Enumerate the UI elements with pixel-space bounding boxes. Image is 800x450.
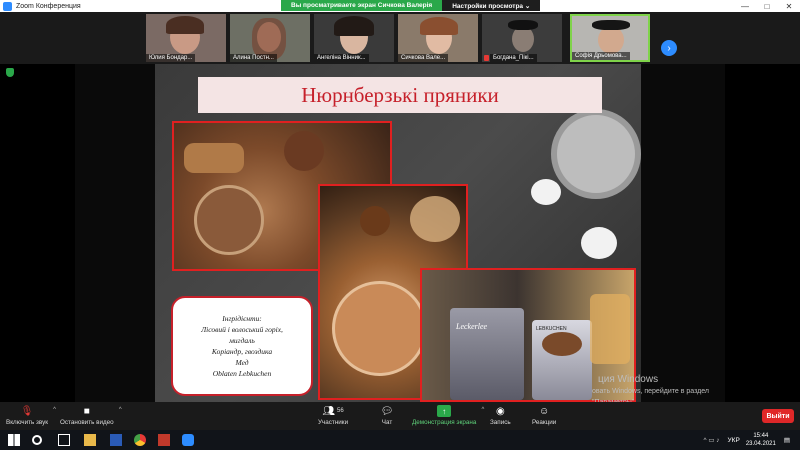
leave-meeting-button[interactable]: Выйти bbox=[762, 409, 794, 423]
stop-video-label: Остановить видео bbox=[60, 419, 114, 426]
record-label: Запись bbox=[490, 419, 511, 426]
participant-hair bbox=[420, 17, 458, 35]
participant-strip: Юлия Бондар... Алина Постн... Ангеліна В… bbox=[0, 12, 800, 64]
participants-icon: 👥︎ 56 bbox=[322, 405, 344, 417]
muted-mic-icon: 🎙︎ bbox=[20, 405, 34, 417]
participant-video bbox=[598, 26, 624, 54]
viewing-share-message: Вы просматриваете экран Сичкова Валерія bbox=[281, 0, 443, 11]
participant-name: Софія Дрьомова... bbox=[572, 52, 630, 60]
participant-tile[interactable]: Сичкова Вале... bbox=[398, 14, 478, 62]
record-icon: ◉ bbox=[495, 405, 505, 417]
slide-title: Нюрнберзькі пряники bbox=[301, 82, 499, 107]
chevron-up-icon[interactable]: ^ bbox=[482, 407, 485, 413]
file-explorer-icon[interactable] bbox=[84, 434, 96, 446]
stop-video-button[interactable]: ■ Остановить видео ^ bbox=[60, 405, 122, 427]
participant-hair bbox=[166, 16, 204, 34]
participant-name: Юлия Бондар... bbox=[146, 54, 196, 62]
participant-hat bbox=[592, 20, 630, 30]
chat-button[interactable]: 💬︎ Чат bbox=[380, 405, 394, 427]
system-tray: ^ ▭ ♪ УКР 15:44 23.04.2021 ▤ bbox=[703, 432, 796, 448]
view-options-button[interactable]: Настройки просмотра ⌄ bbox=[442, 0, 541, 11]
participant-hat bbox=[508, 20, 538, 30]
windows-activation-watermark-line: овать Windows, перейдите в раздел bbox=[592, 388, 709, 395]
minimize-button[interactable]: — bbox=[734, 0, 756, 12]
ingredients-box: Інгрідієнти: Лісовий і волоський горіх, … bbox=[171, 296, 313, 396]
window-title: Zoom Конференция bbox=[16, 2, 81, 10]
window-controls: — □ ✕ bbox=[734, 0, 800, 12]
word-icon[interactable] bbox=[110, 434, 122, 446]
next-participants-button[interactable]: › bbox=[661, 40, 677, 56]
participant-name: Богдана_Пікі... bbox=[490, 54, 537, 62]
powerpoint-icon[interactable] bbox=[158, 434, 170, 446]
ingredient-line: Мед bbox=[235, 358, 249, 367]
muted-mic-icon bbox=[484, 55, 489, 61]
tin-1: Leckerlee bbox=[450, 308, 524, 400]
video-camera-icon: ■ bbox=[83, 405, 90, 417]
encryption-shield-icon[interactable] bbox=[6, 68, 14, 77]
task-view-icon[interactable] bbox=[58, 434, 70, 446]
participant-hair bbox=[334, 16, 374, 36]
ingredient-line: Лісовий і волоський горіх, bbox=[201, 325, 283, 334]
shared-slide: Нюрнберзькі пряники Leckerlee LEBKUCHEN … bbox=[155, 64, 641, 402]
participant-name: Алина Постн... bbox=[230, 54, 277, 62]
chrome-icon[interactable] bbox=[134, 434, 146, 446]
unmute-label: Включить звук bbox=[6, 419, 48, 426]
zoom-taskbar-icon[interactable] bbox=[182, 434, 194, 446]
slide-title-box: Нюрнберзькі пряники bbox=[198, 77, 602, 113]
clock-date: 23.04.2021 bbox=[745, 441, 776, 447]
participant-name: Сичкова Вале... bbox=[398, 54, 449, 62]
reactions-button[interactable]: ☺ Реакции bbox=[532, 405, 557, 427]
clock-time: 15:44 bbox=[753, 433, 769, 439]
share-area-left-margin bbox=[75, 64, 155, 402]
maximize-button[interactable]: □ bbox=[756, 0, 778, 12]
record-button[interactable]: ◉ Запись bbox=[490, 405, 511, 427]
windows-start-icon[interactable] bbox=[8, 434, 20, 446]
share-banner: Вы просматриваете экран Сичкова Валерія … bbox=[281, 0, 541, 11]
participant-tile[interactable]: Юлия Бондар... bbox=[146, 14, 226, 62]
ingredients-heading: Інгрідієнти: bbox=[222, 314, 262, 323]
participant-tile[interactable]: Богдана_Пікі... bbox=[482, 14, 562, 62]
language-indicator[interactable]: УКР bbox=[728, 437, 740, 444]
system-clock[interactable]: 15:44 23.04.2021 bbox=[746, 432, 776, 448]
chat-label: Чат bbox=[381, 419, 393, 426]
reactions-label: Реакции bbox=[532, 419, 557, 426]
close-button[interactable]: ✕ bbox=[778, 0, 800, 12]
search-icon[interactable] bbox=[32, 435, 42, 445]
participants-button[interactable]: 👥︎ 56 Участники bbox=[318, 405, 349, 427]
share-screen-icon: ↑ bbox=[437, 405, 452, 417]
ingredient-line: мигдаль bbox=[229, 336, 255, 345]
slide-background-image bbox=[511, 109, 641, 259]
participants-label: Участники bbox=[318, 419, 349, 426]
notifications-icon[interactable]: ▤ bbox=[784, 436, 790, 444]
participants-count: 56 bbox=[337, 408, 344, 414]
windows-taskbar: ^ ▭ ♪ УКР 15:44 23.04.2021 ▤ bbox=[0, 430, 800, 450]
participant-tile-active-speaker[interactable]: Софія Дрьомова... bbox=[570, 14, 650, 62]
share-screen-button[interactable]: ↑ Демонстрация экрана ^ bbox=[412, 405, 484, 426]
chat-icon: 💬︎ bbox=[380, 405, 394, 417]
meeting-controls-bar: 🎙︎ Включить звук ^ ■ Остановить видео ^ … bbox=[0, 402, 800, 430]
participant-tile[interactable]: Алина Постн... bbox=[230, 14, 310, 62]
chevron-up-icon[interactable]: ^ bbox=[53, 407, 56, 413]
unmute-button[interactable]: 🎙︎ Включить звук ^ bbox=[6, 405, 56, 427]
participant-name: Ангеліна Вінник... bbox=[314, 54, 369, 62]
reactions-icon: ☺ bbox=[539, 405, 550, 417]
chevron-up-icon[interactable]: ^ bbox=[119, 407, 122, 413]
ingredient-line: Oblaten Lebkuchen bbox=[212, 369, 272, 378]
ingredient-line: Коріандр, гвоздика bbox=[211, 347, 273, 356]
tray-icons[interactable]: ^ ▭ ♪ bbox=[703, 436, 719, 444]
share-screen-label: Демонстрация экрана bbox=[412, 419, 477, 426]
zoom-app-icon bbox=[3, 1, 12, 11]
windows-activation-watermark: ция Windows bbox=[598, 374, 659, 385]
share-area-right-margin bbox=[641, 64, 725, 402]
participant-tile[interactable]: Ангеліна Вінник... bbox=[314, 14, 394, 62]
